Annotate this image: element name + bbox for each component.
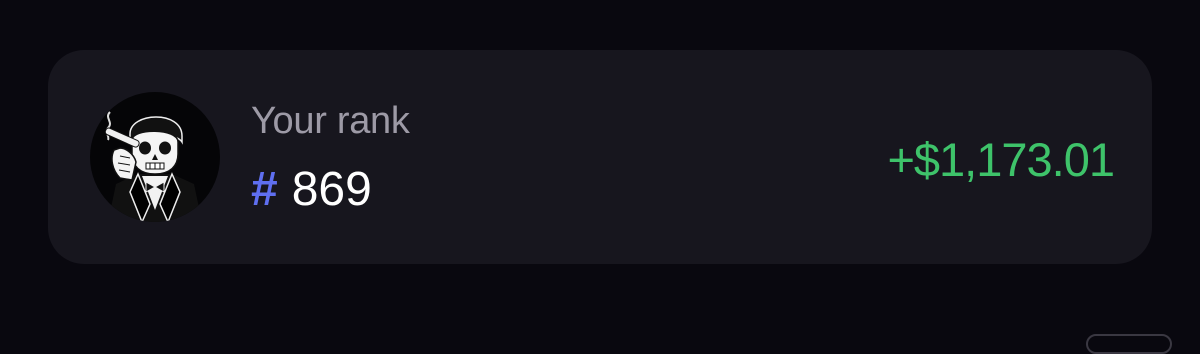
avatar xyxy=(90,92,220,222)
skull-avatar-icon xyxy=(104,111,202,222)
rank-number: 869 xyxy=(291,163,372,216)
rank-card: Your rank #869 +$1,173.01 xyxy=(48,50,1152,264)
rank-label: Your rank xyxy=(251,100,410,142)
corner-button-edge[interactable] xyxy=(1086,334,1172,354)
rank-hash-symbol: # xyxy=(251,163,278,216)
pnl-value: +$1,173.01 xyxy=(887,133,1115,186)
rank-value: #869 xyxy=(251,164,372,216)
